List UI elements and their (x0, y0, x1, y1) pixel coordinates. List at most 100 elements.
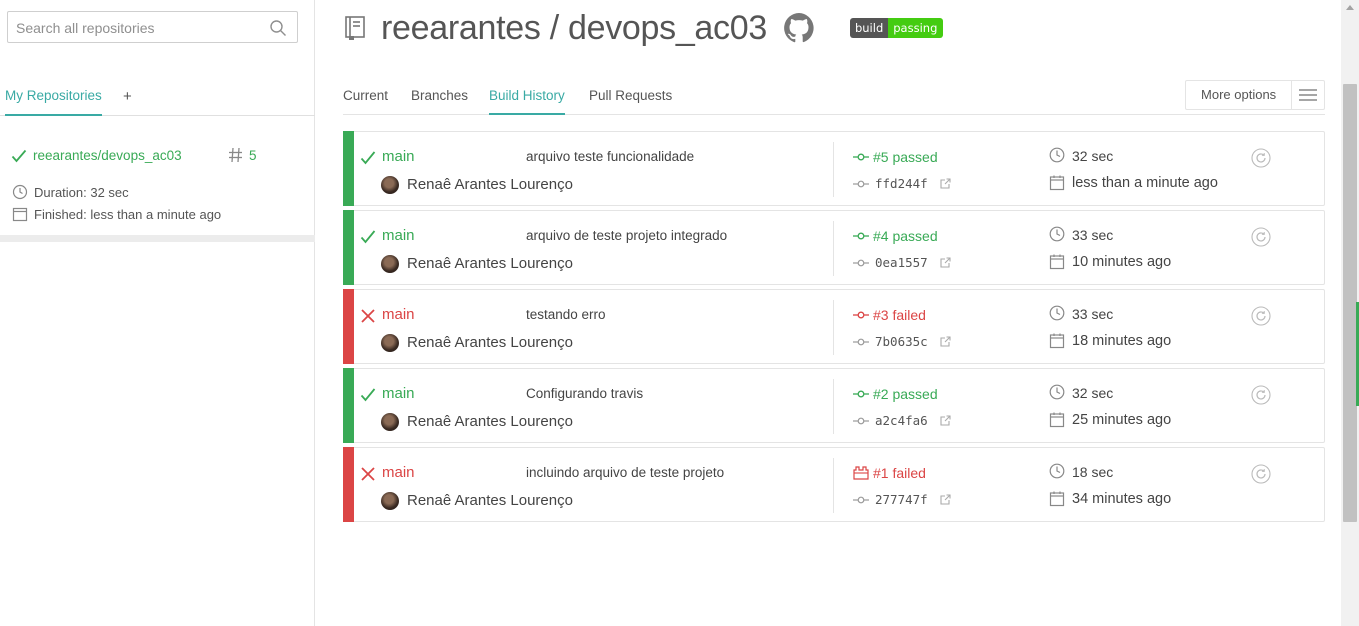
build-row[interactable]: main Renaê Arantes Lourenço testando err… (343, 289, 1325, 364)
external-link-icon[interactable] (940, 178, 951, 189)
repo-finished: Finished: less than a minute ago (12, 206, 221, 222)
avatar (381, 492, 399, 510)
scroll-up-arrow[interactable] (1346, 5, 1354, 10)
clock-icon (1049, 463, 1065, 479)
build-row[interactable]: main Renaê Arantes Lourenço arquivo test… (343, 131, 1325, 206)
repo-build-number[interactable]: 5 (249, 148, 257, 163)
tab-current[interactable]: Current (343, 88, 388, 103)
tab-my-repositories[interactable]: My Repositories (5, 88, 102, 116)
repo-icon (345, 16, 365, 40)
build-branch[interactable]: main (382, 148, 415, 165)
divider (833, 379, 834, 434)
commit-icon (853, 338, 869, 346)
repo-header: reearantes / devops_ac03 build passing (343, 8, 944, 48)
restart-icon[interactable] (1251, 464, 1271, 484)
status-icon (360, 229, 376, 245)
menu-icon[interactable] (1292, 81, 1324, 109)
clock-icon (1049, 305, 1065, 321)
build-finished: 25 minutes ago (1072, 412, 1172, 428)
calendar-icon (1049, 175, 1065, 191)
commit-sha-link[interactable]: ffd244f (875, 176, 928, 191)
status-icon (360, 466, 376, 482)
restart-icon[interactable] (1251, 227, 1271, 247)
build-finished: 34 minutes ago (1072, 491, 1172, 507)
build-author: Renaê Arantes Lourenço (407, 413, 573, 430)
build-row[interactable]: main Renaê Arantes Lourenço Configurando… (343, 368, 1325, 443)
divider (833, 142, 834, 197)
build-history-list: main Renaê Arantes Lourenço arquivo test… (343, 131, 1325, 526)
clock-icon (1049, 147, 1065, 163)
build-number-icon (853, 150, 869, 164)
build-status-bar (343, 447, 354, 522)
commit-message: Configurando travis (526, 386, 644, 401)
repo-name-link[interactable]: reearantes/devops_ac03 (33, 148, 182, 163)
calendar-icon (12, 207, 28, 222)
build-row[interactable]: main Renaê Arantes Lourenço incluindo ar… (343, 447, 1325, 522)
sidebar: My Repositories + reearantes/devops_ac03… (0, 0, 315, 626)
build-row[interactable]: main Renaê Arantes Lourenço arquivo de t… (343, 210, 1325, 285)
calendar-icon (1049, 254, 1065, 270)
status-icon (360, 308, 376, 324)
repo-card[interactable]: reearantes/devops_ac03 5 Duration: 32 se… (0, 138, 315, 242)
badge-label: build (849, 18, 889, 38)
github-icon[interactable] (783, 12, 815, 44)
divider (833, 300, 834, 355)
divider (833, 458, 834, 513)
build-duration: 32 sec (1072, 385, 1114, 401)
build-author: Renaê Arantes Lourenço (407, 334, 573, 351)
build-number-link[interactable]: #1 failed (873, 465, 926, 481)
build-number-link[interactable]: #2 passed (873, 386, 938, 402)
commit-sha-link[interactable]: 277747f (875, 492, 928, 507)
external-link-icon[interactable] (940, 336, 951, 347)
build-number-link[interactable]: #4 passed (873, 228, 938, 244)
calendar-icon (1049, 412, 1065, 428)
build-status-bar (343, 131, 354, 206)
commit-sha-link[interactable]: a2c4fa6 (875, 413, 928, 428)
build-number-icon (853, 229, 869, 243)
external-link-icon[interactable] (940, 257, 951, 268)
search-input[interactable] (16, 18, 266, 38)
restart-icon[interactable] (1251, 148, 1271, 168)
build-number-link[interactable]: #5 passed (873, 149, 938, 165)
build-duration: 18 sec (1072, 464, 1114, 480)
more-options[interactable]: More options (1185, 80, 1325, 110)
build-branch[interactable]: main (382, 306, 415, 323)
status-icon (360, 387, 376, 403)
repo-tabs: Current Branches Build History Pull Requ… (343, 80, 1325, 115)
build-branch[interactable]: main (382, 385, 415, 402)
external-link-icon[interactable] (940, 494, 951, 505)
build-number-link[interactable]: #3 failed (873, 307, 926, 323)
divider (833, 221, 834, 276)
external-link-icon[interactable] (940, 415, 951, 426)
build-duration: 32 sec (1072, 148, 1114, 164)
build-branch[interactable]: main (382, 227, 415, 244)
build-author: Renaê Arantes Lourenço (407, 255, 573, 272)
restart-icon[interactable] (1251, 385, 1271, 405)
commit-sha-link[interactable]: 7b0635c (875, 334, 928, 349)
scrollbar[interactable] (1341, 0, 1359, 626)
add-repository-button[interactable]: + (123, 88, 132, 105)
avatar (381, 176, 399, 194)
clock-icon (1049, 384, 1065, 400)
commit-sha-link[interactable]: 0ea1557 (875, 255, 928, 270)
avatar (381, 413, 399, 431)
build-status-bar (343, 210, 354, 285)
build-status-badge[interactable]: build passing (849, 18, 944, 38)
build-status-bar (343, 289, 354, 364)
avatar (381, 255, 399, 273)
search-icon[interactable] (269, 19, 287, 37)
commit-icon (853, 496, 869, 504)
build-finished: 18 minutes ago (1072, 333, 1172, 349)
more-options-button[interactable]: More options (1186, 81, 1293, 109)
search-box[interactable] (7, 11, 298, 43)
tab-branches[interactable]: Branches (411, 88, 468, 103)
build-branch[interactable]: main (382, 464, 415, 481)
build-author: Renaê Arantes Lourenço (407, 176, 573, 193)
restart-icon[interactable] (1251, 306, 1271, 326)
scroll-thumb[interactable] (1343, 84, 1357, 522)
commit-icon (853, 259, 869, 267)
tab-pull-requests[interactable]: Pull Requests (589, 88, 672, 103)
sidebar-tabs: My Repositories + (0, 80, 315, 116)
commit-icon (853, 180, 869, 188)
tab-build-history[interactable]: Build History (489, 88, 565, 115)
